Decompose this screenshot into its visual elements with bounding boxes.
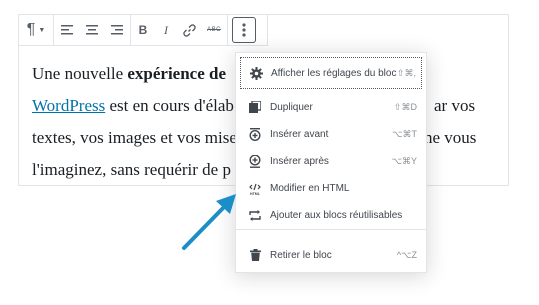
menu-item-label: Retirer le bloc — [270, 249, 332, 261]
link-icon — [182, 23, 196, 37]
align-right-icon — [111, 25, 123, 35]
italic-button[interactable]: I — [155, 15, 177, 45]
menu-item-add-reusable[interactable]: Ajouter aux blocs réutilisables — [236, 205, 426, 225]
menu-item-label: Insérer après — [270, 155, 329, 167]
align-center-button[interactable] — [80, 15, 104, 45]
duplicate-icon — [248, 100, 262, 114]
menu-item-shortcut: ⇧⌘, — [396, 67, 416, 78]
align-right-button[interactable] — [104, 15, 131, 45]
menu-divider — [236, 229, 426, 230]
reusable-icon — [248, 208, 262, 222]
block-type-button[interactable]: ¶ ▼ — [19, 15, 54, 45]
gear-icon — [249, 66, 263, 80]
menu-item-shortcut: ⇧⌘D — [393, 101, 417, 112]
align-center-icon — [86, 25, 98, 35]
menu-item-label: Afficher les réglages du bloc — [271, 67, 397, 79]
bold-button[interactable]: B — [131, 15, 155, 45]
insert-before-icon — [248, 127, 262, 141]
trash-icon — [248, 248, 262, 262]
more-vertical-icon — [242, 23, 246, 37]
menu-item-label: Modifier en HTML — [270, 182, 350, 194]
menu-item-edit-html[interactable]: HTML Modifier en HTML — [236, 178, 426, 198]
wordpress-link[interactable]: WordPress — [32, 96, 105, 115]
svg-text:HTML: HTML — [250, 191, 261, 194]
menu-item-insert-after[interactable]: Insérer après ⌥⌘Y — [236, 151, 426, 171]
menu-item-label: Insérer avant — [270, 128, 329, 140]
insert-after-icon — [248, 154, 262, 168]
menu-item-shortcut: ⌥⌘T — [392, 128, 417, 139]
menu-item-shortcut: ⌥⌘Y — [391, 155, 417, 166]
block-toolbar: ¶ ▼ B I ABC — [18, 14, 268, 46]
strikethrough-button[interactable]: ABC — [201, 15, 228, 45]
menu-item-label: Dupliquer — [270, 101, 313, 113]
menu-item-shortcut: ^⌥Z — [396, 249, 417, 260]
block-settings-menu: Afficher les réglages du bloc ⇧⌘, Dupliq… — [235, 52, 427, 273]
menu-item-insert-before[interactable]: Insérer avant ⌥⌘T — [236, 124, 426, 144]
menu-item-duplicate[interactable]: Dupliquer ⇧⌘D — [236, 97, 426, 117]
menu-item-remove-block[interactable]: Retirer le bloc ^⌥Z — [236, 245, 426, 265]
menu-item-label: Ajouter aux blocs réutilisables — [270, 209, 403, 221]
menu-item-show-settings[interactable]: Afficher les réglages du bloc ⇧⌘, — [240, 57, 422, 89]
link-button[interactable] — [177, 15, 201, 45]
align-left-icon — [61, 25, 73, 35]
pointer-arrow-icon — [182, 194, 236, 250]
align-left-button[interactable] — [54, 15, 80, 45]
html-icon: HTML — [248, 181, 262, 195]
caret-down-icon: ▼ — [38, 26, 46, 34]
more-options-button[interactable] — [232, 17, 256, 43]
paragraph-icon: ¶ — [26, 21, 36, 38]
bold-text: expérience de — [127, 64, 227, 83]
